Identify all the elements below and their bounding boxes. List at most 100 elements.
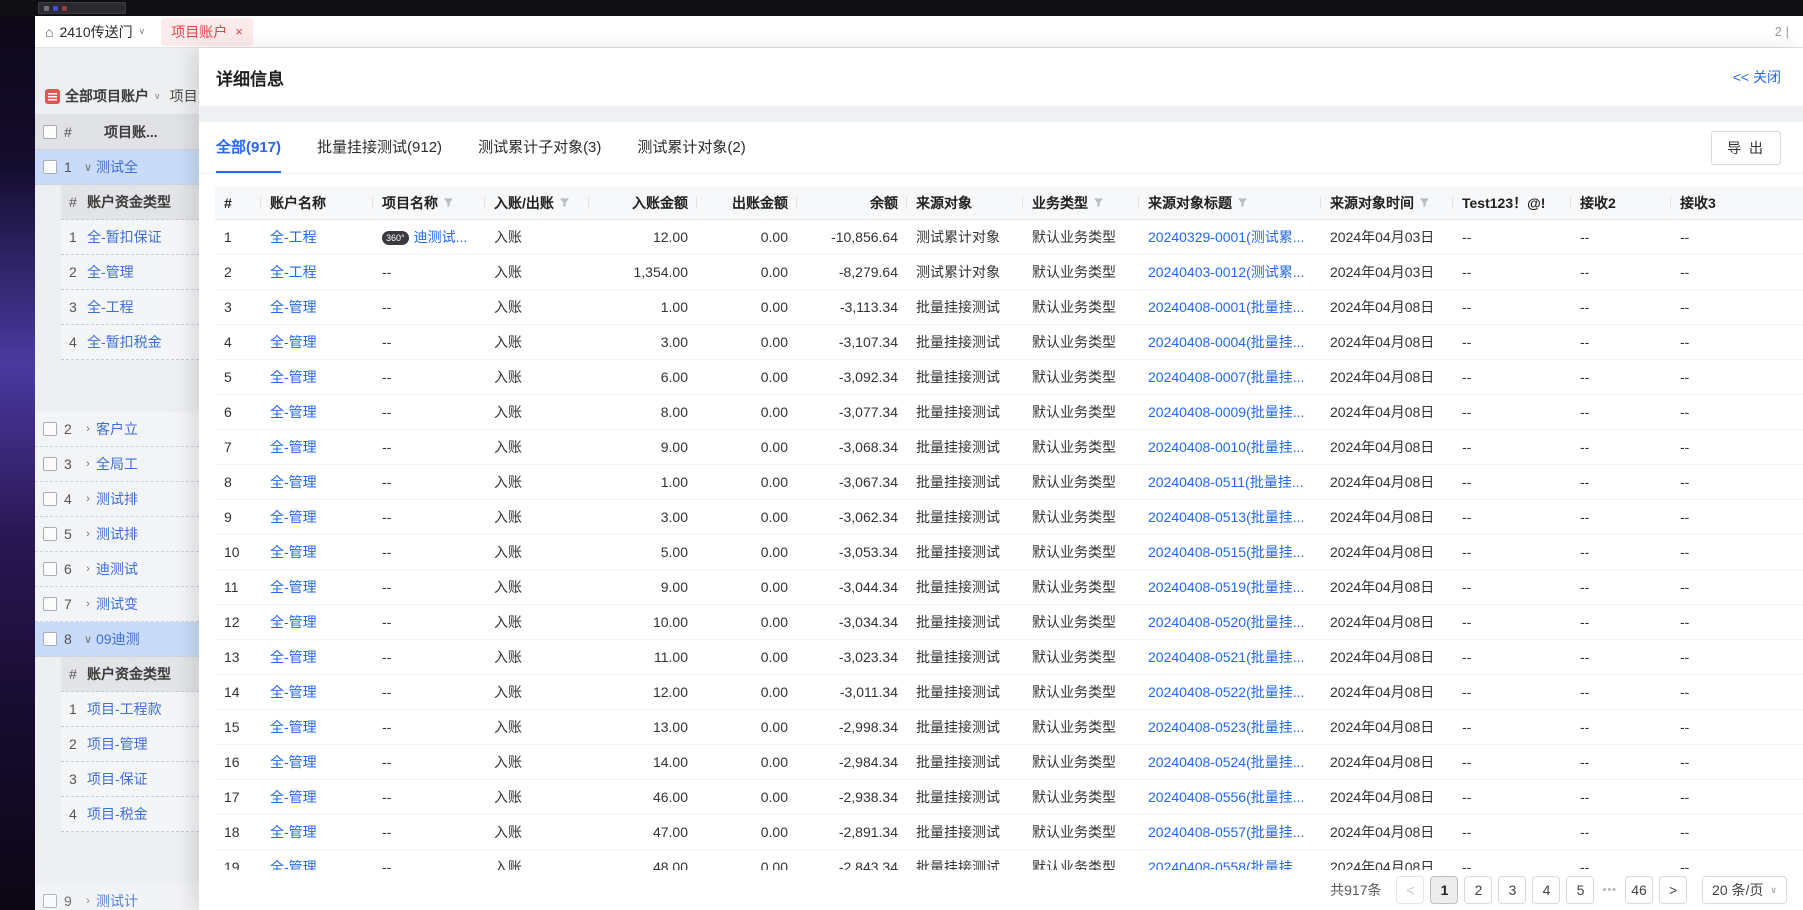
expand-icon[interactable]: › xyxy=(80,458,96,470)
fund-type-link[interactable]: 全-管理 xyxy=(87,262,134,282)
filter-icon[interactable] xyxy=(1093,197,1104,208)
table-row[interactable]: 13全-管理--入账11.000.00-3,023.34批量挂接测试默认业务类型… xyxy=(215,640,1803,675)
account-group-link[interactable]: 全局工 xyxy=(96,454,138,474)
table-row[interactable]: 4全-管理--入账3.000.00-3,107.34批量挂接测试默认业务类型20… xyxy=(215,325,1803,360)
source_title-link[interactable]: 20240408-0524(批量挂... xyxy=(1148,754,1304,770)
source_title-link[interactable]: 20240408-0001(批量挂... xyxy=(1148,299,1304,315)
collapse-icon[interactable]: ∨ xyxy=(80,161,96,174)
source_title-link[interactable]: 20240408-0557(批量挂... xyxy=(1148,824,1304,840)
account-link[interactable]: 全-管理 xyxy=(270,824,317,840)
table-row[interactable]: 11全-管理--入账9.000.00-3,044.34批量挂接测试默认业务类型2… xyxy=(215,570,1803,605)
page-button-1[interactable]: 1 xyxy=(1430,876,1458,904)
close-icon[interactable]: × xyxy=(235,24,243,39)
sidebar-header[interactable]: 全部项目账户 ∨ 项目 xyxy=(35,78,199,114)
col-header-direction[interactable]: 入账/出账 xyxy=(485,186,589,219)
source_title-link[interactable]: 20240408-0007(批量挂... xyxy=(1148,369,1304,385)
source_title-link[interactable]: 20240408-0558(批量挂... xyxy=(1148,859,1304,870)
fund-type-link[interactable]: 项目-管理 xyxy=(87,734,148,754)
sidebar-row[interactable]: 8∨09迪测 xyxy=(35,622,199,657)
source_title-link[interactable]: 20240408-0009(批量挂... xyxy=(1148,404,1304,420)
account-group-link[interactable]: 测试计 xyxy=(96,891,138,910)
account-link[interactable]: 全-管理 xyxy=(270,369,317,385)
project-link[interactable]: 迪测试... xyxy=(414,229,468,245)
fund-type-link[interactable]: 项目-工程款 xyxy=(87,699,162,719)
table-row[interactable]: 16全-管理--入账14.000.00-2,984.34批量挂接测试默认业务类型… xyxy=(215,745,1803,780)
detail-tab-2[interactable]: 测试累计子对象(3) xyxy=(478,122,601,173)
sub-table-row[interactable]: 4全-暂扣税金 xyxy=(61,325,199,360)
fund-type-link[interactable]: 项目-税金 xyxy=(87,804,148,824)
row-checkbox[interactable] xyxy=(43,422,57,436)
sub-table-row[interactable]: 4项目-税金 xyxy=(61,797,199,832)
table-row[interactable]: 10全-管理--入账5.000.00-3,053.34批量挂接测试默认业务类型2… xyxy=(215,535,1803,570)
export-button[interactable]: 导 出 xyxy=(1711,131,1781,165)
row-checkbox[interactable] xyxy=(43,632,57,646)
row-checkbox[interactable] xyxy=(43,492,57,506)
table-row[interactable]: 12全-管理--入账10.000.00-3,034.34批量挂接测试默认业务类型… xyxy=(215,605,1803,640)
sidebar-row[interactable]: 3›全局工 xyxy=(35,447,199,482)
account-link[interactable]: 全-管理 xyxy=(270,684,317,700)
account-link[interactable]: 全-管理 xyxy=(270,789,317,805)
sidebar-row[interactable]: 1∨测试全 xyxy=(35,150,199,185)
row-checkbox[interactable] xyxy=(43,160,57,174)
account-group-link[interactable]: 测试全 xyxy=(96,157,138,177)
chevron-down-icon[interactable]: ∨ xyxy=(154,91,161,102)
account-link[interactable]: 全-管理 xyxy=(270,299,317,315)
account-group-link[interactable]: 客户立 xyxy=(96,419,138,439)
source_title-link[interactable]: 20240408-0556(批量挂... xyxy=(1148,789,1304,805)
drawer-close-link[interactable]: << 关闭 xyxy=(1733,67,1781,87)
table-row[interactable]: 18全-管理--入账47.000.00-2,891.34批量挂接测试默认业务类型… xyxy=(215,815,1803,850)
expand-icon[interactable]: › xyxy=(80,528,96,540)
row-checkbox[interactable] xyxy=(43,894,57,908)
sidebar-row[interactable]: 5›测试排 xyxy=(35,517,199,552)
expand-icon[interactable]: › xyxy=(80,563,96,575)
account-group-link[interactable]: 迪测试 xyxy=(96,559,138,579)
account-link[interactable]: 全-管理 xyxy=(270,404,317,420)
source_title-link[interactable]: 20240408-0521(批量挂... xyxy=(1148,649,1304,665)
sidebar-row[interactable]: 6›迪测试 xyxy=(35,552,199,587)
account-group-link[interactable]: 09迪测 xyxy=(96,629,140,649)
table-row[interactable]: 17全-管理--入账46.000.00-2,938.34批量挂接测试默认业务类型… xyxy=(215,780,1803,815)
next-page-button[interactable]: > xyxy=(1659,876,1687,904)
col-header-source_time[interactable]: 来源对象时间 xyxy=(1321,186,1453,219)
account-link[interactable]: 全-管理 xyxy=(270,509,317,525)
account-link[interactable]: 全-管理 xyxy=(270,474,317,490)
fund-type-link[interactable]: 全-工程 xyxy=(87,297,134,317)
expand-icon[interactable]: › xyxy=(80,895,96,907)
detail-tab-0[interactable]: 全部(917) xyxy=(216,122,281,173)
account-link[interactable]: 全-管理 xyxy=(270,859,317,870)
account-link[interactable]: 全-管理 xyxy=(270,544,317,560)
col-header-biz_type[interactable]: 业务类型 xyxy=(1023,186,1139,219)
source_title-link[interactable]: 20240408-0515(批量挂... xyxy=(1148,544,1304,560)
col-header-project[interactable]: 项目名称 xyxy=(373,186,485,219)
col-header-source_title[interactable]: 来源对象标题 xyxy=(1139,186,1321,219)
sidebar-row[interactable]: 4›测试排 xyxy=(35,482,199,517)
table-row[interactable]: 8全-管理--入账1.000.00-3,067.34批量挂接测试默认业务类型20… xyxy=(215,465,1803,500)
expand-icon[interactable]: › xyxy=(80,598,96,610)
detail-tab-1[interactable]: 批量挂接测试(912) xyxy=(317,122,442,173)
detail-tab-3[interactable]: 测试累计对象(2) xyxy=(637,122,745,173)
source_title-link[interactable]: 20240408-0523(批量挂... xyxy=(1148,719,1304,735)
account-link[interactable]: 全-管理 xyxy=(270,614,317,630)
page-button-2[interactable]: 2 xyxy=(1464,876,1492,904)
account-link[interactable]: 全-工程 xyxy=(270,264,317,280)
account-link[interactable]: 全-管理 xyxy=(270,439,317,455)
source_title-link[interactable]: 20240408-0520(批量挂... xyxy=(1148,614,1304,630)
account-link[interactable]: 全-工程 xyxy=(270,229,317,245)
account-link[interactable]: 全-管理 xyxy=(270,334,317,350)
select-all-checkbox[interactable] xyxy=(43,125,57,139)
filter-icon[interactable] xyxy=(559,197,570,208)
row-checkbox[interactable] xyxy=(43,457,57,471)
table-row[interactable]: 3全-管理--入账1.000.00-3,113.34批量挂接测试默认业务类型20… xyxy=(215,290,1803,325)
table-row[interactable]: 2全-工程--入账1,354.000.00-8,279.64测试累计对象默认业务… xyxy=(215,255,1803,290)
page-button-5[interactable]: 5 xyxy=(1566,876,1594,904)
account-group-link[interactable]: 测试排 xyxy=(96,489,138,509)
table-row[interactable]: 9全-管理--入账3.000.00-3,062.34批量挂接测试默认业务类型20… xyxy=(215,500,1803,535)
source_title-link[interactable]: 20240408-0519(批量挂... xyxy=(1148,579,1304,595)
account-link[interactable]: 全-管理 xyxy=(270,649,317,665)
account-link[interactable]: 全-管理 xyxy=(270,719,317,735)
fund-type-link[interactable]: 全-暂扣保证 xyxy=(87,227,162,247)
table-row[interactable]: 5全-管理--入账6.000.00-3,092.34批量挂接测试默认业务类型20… xyxy=(215,360,1803,395)
table-row[interactable]: 19全-管理--入账48.000.00-2,843.34批量挂接测试默认业务类型… xyxy=(215,850,1803,870)
home-tab[interactable]: ⌂ 2410传送门 ∨ xyxy=(45,22,145,42)
source_title-link[interactable]: 20240408-0010(批量挂... xyxy=(1148,439,1304,455)
